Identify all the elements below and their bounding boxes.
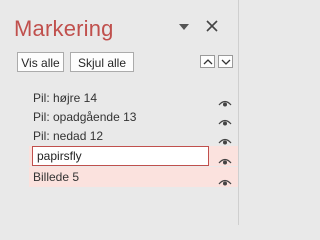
send-backward-button[interactable] (218, 55, 233, 68)
chevron-up-icon (203, 59, 213, 65)
list-item-label: Pil: højre 14 (33, 91, 98, 105)
list-item[interactable]: Pil: opadgående 13 (29, 107, 238, 127)
list-item[interactable]: Pil: nedad 12 (29, 126, 238, 146)
list-item[interactable]: Billede 5 (29, 167, 238, 187)
show-all-button[interactable]: Vis alle (17, 52, 64, 72)
bring-forward-button[interactable] (200, 55, 215, 68)
eye-icon[interactable] (218, 113, 232, 126)
rename-input[interactable] (32, 146, 209, 166)
eye-icon[interactable] (218, 173, 232, 186)
pane-options-dropdown-icon[interactable] (178, 21, 190, 31)
selection-pane: Markering Vis alle Skjul alle Pil: højre… (0, 0, 250, 225)
chevron-down-icon (221, 59, 231, 65)
eye-icon[interactable] (218, 152, 232, 165)
hide-all-button[interactable]: Skjul alle (70, 52, 134, 72)
list-item-label: Pil: nedad 12 (33, 129, 104, 143)
pane-border (238, 0, 239, 225)
eye-icon[interactable] (218, 132, 232, 145)
list-item-label: Pil: opadgående 13 (33, 110, 137, 124)
list-item[interactable]: Pil: højre 14 (29, 88, 238, 108)
list-item-label: Billede 5 (33, 170, 80, 184)
eye-icon[interactable] (218, 94, 232, 107)
close-icon[interactable] (205, 19, 219, 33)
pane-title: Markering (14, 16, 114, 41)
